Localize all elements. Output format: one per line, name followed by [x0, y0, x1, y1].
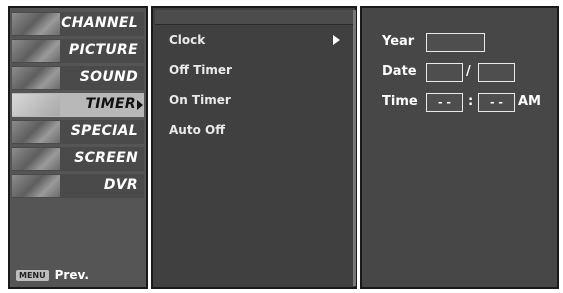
clock-settings-panel: Year Date / Time - - : - - AM: [360, 6, 559, 289]
submenu-item-off-timer[interactable]: Off Timer: [169, 63, 232, 77]
selected-arrow-icon: [137, 100, 143, 110]
submenu-header-bar: [155, 10, 355, 25]
timer-thumbnail-icon: [12, 94, 60, 116]
day-field[interactable]: [478, 63, 515, 82]
year-label: Year: [382, 34, 415, 49]
date-label: Date: [382, 64, 417, 79]
minute-field[interactable]: - -: [478, 93, 515, 112]
time-label: Time: [382, 94, 418, 109]
dvr-thumbnail-icon: [12, 175, 60, 197]
menu-item-label: TIMER: [85, 96, 136, 112]
menu-item-sound[interactable]: SOUND: [12, 66, 144, 90]
submenu-arrow-icon: [333, 35, 340, 45]
menu-item-label: PICTURE: [68, 42, 138, 58]
special-thumbnail-icon: [12, 121, 60, 143]
ampm-indicator[interactable]: AM: [518, 94, 541, 109]
menu-item-channel[interactable]: CHANNEL: [12, 12, 144, 36]
time-separator: :: [468, 94, 474, 109]
menu-item-screen[interactable]: SCREEN: [12, 147, 144, 171]
screen-thumbnail-icon: [12, 148, 60, 170]
channel-thumbnail-icon: [12, 13, 60, 35]
date-separator: /: [466, 64, 471, 79]
menu-item-picture[interactable]: PICTURE: [12, 39, 144, 63]
menu-item-special[interactable]: SPECIAL: [12, 120, 144, 144]
submenu-item-on-timer[interactable]: On Timer: [169, 93, 231, 107]
menu-item-dvr[interactable]: DVR: [12, 174, 144, 198]
menu-item-label: SOUND: [79, 69, 138, 85]
submenu-item-clock[interactable]: Clock: [169, 33, 205, 47]
osd-menu: CHANNEL PICTURE SOUND TIMER SPECIAL SCRE…: [8, 6, 559, 289]
timer-submenu: Clock Off Timer On Timer Auto Off: [151, 6, 357, 289]
picture-thumbnail-icon: [12, 40, 60, 62]
hour-field[interactable]: - -: [426, 93, 463, 112]
sound-thumbnail-icon: [12, 67, 60, 89]
year-field[interactable]: [426, 33, 485, 52]
prev-hint[interactable]: MENU Prev.: [16, 267, 89, 283]
category-menu: CHANNEL PICTURE SOUND TIMER SPECIAL SCRE…: [8, 6, 148, 289]
menu-item-label: SCREEN: [74, 150, 138, 166]
menu-item-label: DVR: [103, 177, 138, 193]
prev-label: Prev.: [54, 268, 89, 282]
menu-item-label: CHANNEL: [61, 15, 138, 31]
submenu-item-auto-off[interactable]: Auto Off: [169, 123, 225, 137]
panel-divider: [353, 10, 356, 286]
menu-item-label: SPECIAL: [70, 123, 138, 139]
menu-key-icon: MENU: [16, 269, 49, 281]
menu-item-timer[interactable]: TIMER: [12, 93, 144, 117]
month-field[interactable]: [426, 63, 463, 82]
